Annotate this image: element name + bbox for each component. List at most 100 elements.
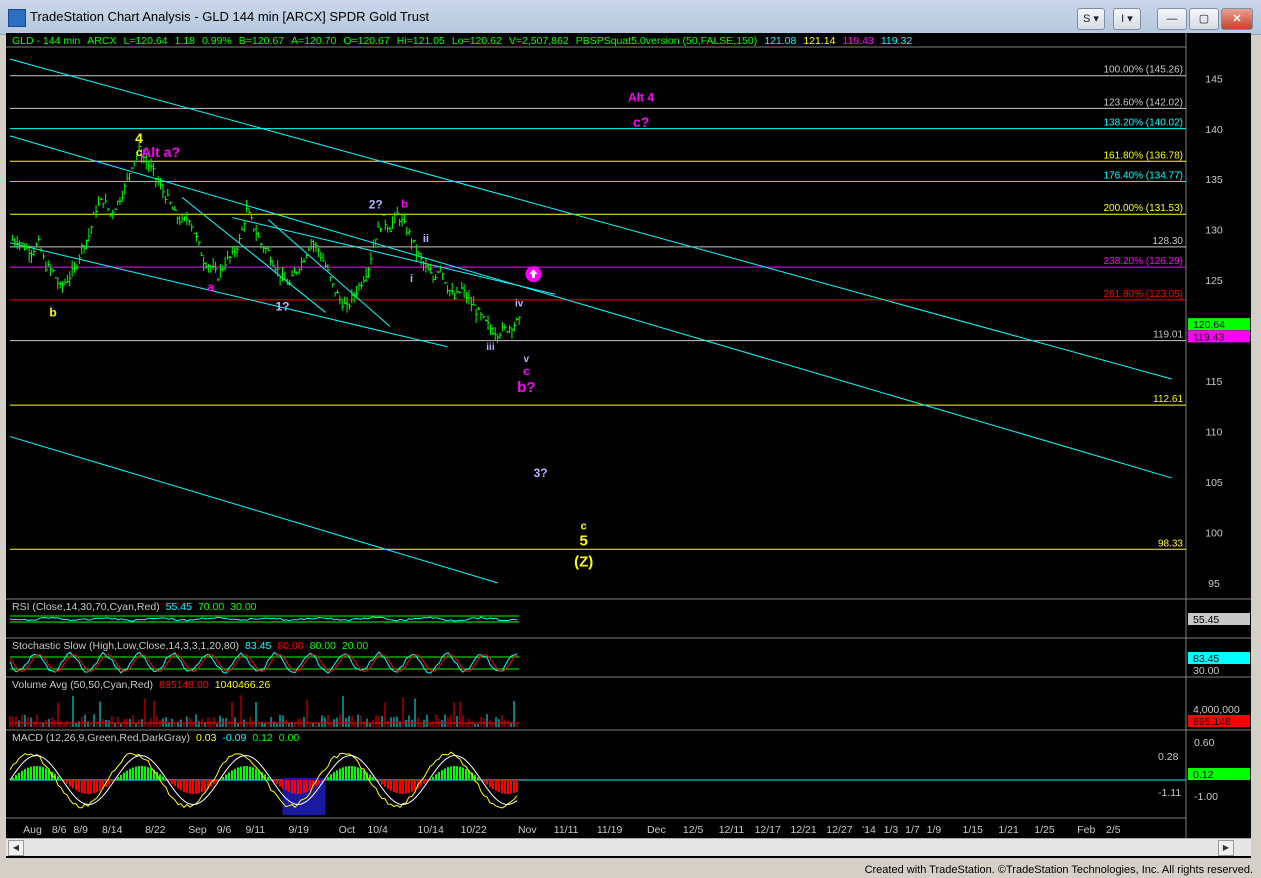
price-chart[interactable]: 100.00% (145.26) 123.60% (142.02) 138.20% … (6, 33, 1251, 838)
footer-credit: Created with TradeStation. ©TradeStation… (864, 864, 1253, 876)
header-field: A=120.70 (291, 35, 336, 47)
x-tick-label: 12/27 (826, 824, 852, 836)
horizontal-scrollbar[interactable]: ◀ ▶ (6, 838, 1251, 856)
y-tick-label: 135 (1205, 174, 1223, 186)
close-button[interactable]: ✕ (1221, 8, 1253, 30)
scroll-right-arrow[interactable]: ▶ (1218, 840, 1234, 856)
fib-level-label: 161.80% (136.78) (1103, 150, 1183, 161)
indicator-axis-label: 83.45 (1193, 653, 1219, 665)
indicator-axis-label: 4,000,000 (1193, 704, 1240, 716)
indicator-axis-label: 30.00 (1193, 665, 1219, 677)
indicator-axis-label: 55.45 (1193, 614, 1219, 626)
fib-level-label: 176.40% (134.77) (1103, 171, 1183, 182)
wave-label: c? (633, 114, 649, 130)
header-field: B=120.67 (239, 35, 284, 47)
x-tick-label: 8/14 (102, 824, 123, 836)
indicator-value: 55.45 (166, 601, 192, 613)
x-tick-label: 10/14 (418, 824, 444, 836)
wave-label: 2? (369, 197, 383, 211)
indicator-value: 0.03 (196, 732, 217, 744)
x-tick-label: 12/5 (683, 824, 704, 836)
wave-label: (Z) (574, 554, 593, 571)
wave-label: iv (515, 298, 524, 309)
indicator-value: 70.00 (198, 601, 224, 613)
indicator-line (9, 651, 518, 674)
indicator-value: 0.12 (252, 732, 273, 744)
wave-label: i (410, 273, 413, 285)
header-field: 119.32 (881, 35, 912, 47)
indicator-value: 895148.00 (159, 679, 209, 691)
fib-level-label: 261.80% (123.05) (1103, 289, 1183, 300)
indicator-axis-label: 0.60 (1194, 737, 1215, 749)
fib-level-label: 200.00% (131.53) (1103, 203, 1183, 214)
x-tick-label: 1/9 (927, 824, 942, 836)
window-title: TradeStation Chart Analysis - GLD 144 mi… (30, 9, 430, 24)
indicator-name: Volume Avg (50,50,Cyan,Red) (12, 679, 153, 691)
x-tick-label: 11/19 (597, 824, 623, 836)
header-field: 0.99% (202, 35, 232, 47)
indicator-label: RSI (Close,14,30,70,Cyan,Red) 55.45 70.00 3… (12, 601, 257, 613)
x-tick-label: 12/21 (790, 824, 816, 836)
x-tick-label: 10/22 (461, 824, 487, 836)
wave-label: 5 (579, 533, 587, 550)
x-tick-label: 1/21 (998, 824, 1019, 836)
indicator-label: Volume Avg (50,50,Cyan,Red) 895148.00 1040… (12, 679, 270, 691)
maximize-button[interactable]: ▢ (1189, 8, 1219, 30)
y-tick-label: 100 (1205, 527, 1223, 539)
x-tick-label: 8/6 (52, 824, 67, 836)
x-tick-label: 1/15 (963, 824, 984, 836)
wave-label: a (207, 280, 214, 294)
x-tick-label: Feb (1077, 824, 1095, 836)
indicator-value: 83.45 (245, 640, 271, 652)
x-tick-label: 1/7 (905, 824, 920, 836)
indicator-button[interactable]: I ▾ (1113, 8, 1141, 30)
minimize-button[interactable]: — (1157, 8, 1187, 30)
fib-level-label: 98.33 (1158, 538, 1183, 549)
chart-area[interactable]: 100.00% (145.26) 123.60% (142.02) 138.20% … (6, 33, 1251, 858)
trendline (232, 217, 556, 295)
x-tick-label: 12/11 (719, 824, 745, 836)
y-tick-label: 145 (1205, 73, 1223, 85)
indicator-name: Stochastic Slow (High,Low,Close,14,3,3,1… (12, 640, 239, 652)
indicator-axis-label: 895,148 (1193, 716, 1231, 728)
wave-label: b (49, 305, 56, 319)
indicator-value: 30.00 (230, 601, 256, 613)
fib-level-label: 100.00% (145.26) (1103, 65, 1183, 76)
indicator-axis-label: -1.11 (1158, 787, 1181, 799)
y-tick-label: 105 (1205, 477, 1223, 489)
header-field: GLD - 144 min (12, 35, 80, 47)
indicator-value: -0.09 (222, 732, 246, 744)
fib-level-label: 238.20% (126.29) (1103, 256, 1183, 267)
header-field: ARCX (87, 35, 116, 47)
x-tick-label: 12/17 (755, 824, 781, 836)
indicator-value: 1040466.26 (215, 679, 271, 691)
y-tick-label: 140 (1205, 124, 1223, 136)
y-tick-label: 95 (1208, 578, 1220, 590)
wave-label: 3? (534, 466, 548, 480)
wave-label: Alt 4 (628, 91, 654, 105)
indicator-label: Stochastic Slow (High,Low,Close,14,3,3,1… (12, 640, 368, 652)
wave-label: c (581, 520, 587, 532)
header-field: O=120.67 (343, 35, 390, 47)
indicator-name: RSI (Close,14,30,70,Cyan,Red) (12, 601, 160, 613)
header-field: 121.14 (803, 35, 835, 47)
wave-label: b (401, 198, 408, 210)
x-tick-label: Oct (339, 824, 355, 836)
style-button[interactable]: S ▾ (1077, 8, 1105, 30)
header-field: 119.43 (842, 35, 873, 47)
x-tick-label: 8/9 (73, 824, 88, 836)
wave-label: b? (517, 379, 535, 396)
header-field: 1.18 (175, 35, 196, 47)
y-tick-label: 110 (1206, 427, 1223, 439)
wave-label: ii (423, 233, 429, 245)
x-tick-label: 9/11 (245, 824, 265, 836)
x-tick-label: Dec (647, 824, 666, 836)
price-label: 119.43 (1193, 331, 1224, 343)
x-tick-label: 11/11 (554, 824, 579, 836)
y-tick-label: 130 (1205, 225, 1223, 237)
scroll-left-arrow[interactable]: ◀ (8, 840, 24, 856)
wave-label: c (523, 364, 530, 378)
app-icon (8, 9, 26, 27)
x-tick-label: 1/3 (884, 824, 899, 836)
header-field: Hi=121.05 (397, 35, 445, 47)
